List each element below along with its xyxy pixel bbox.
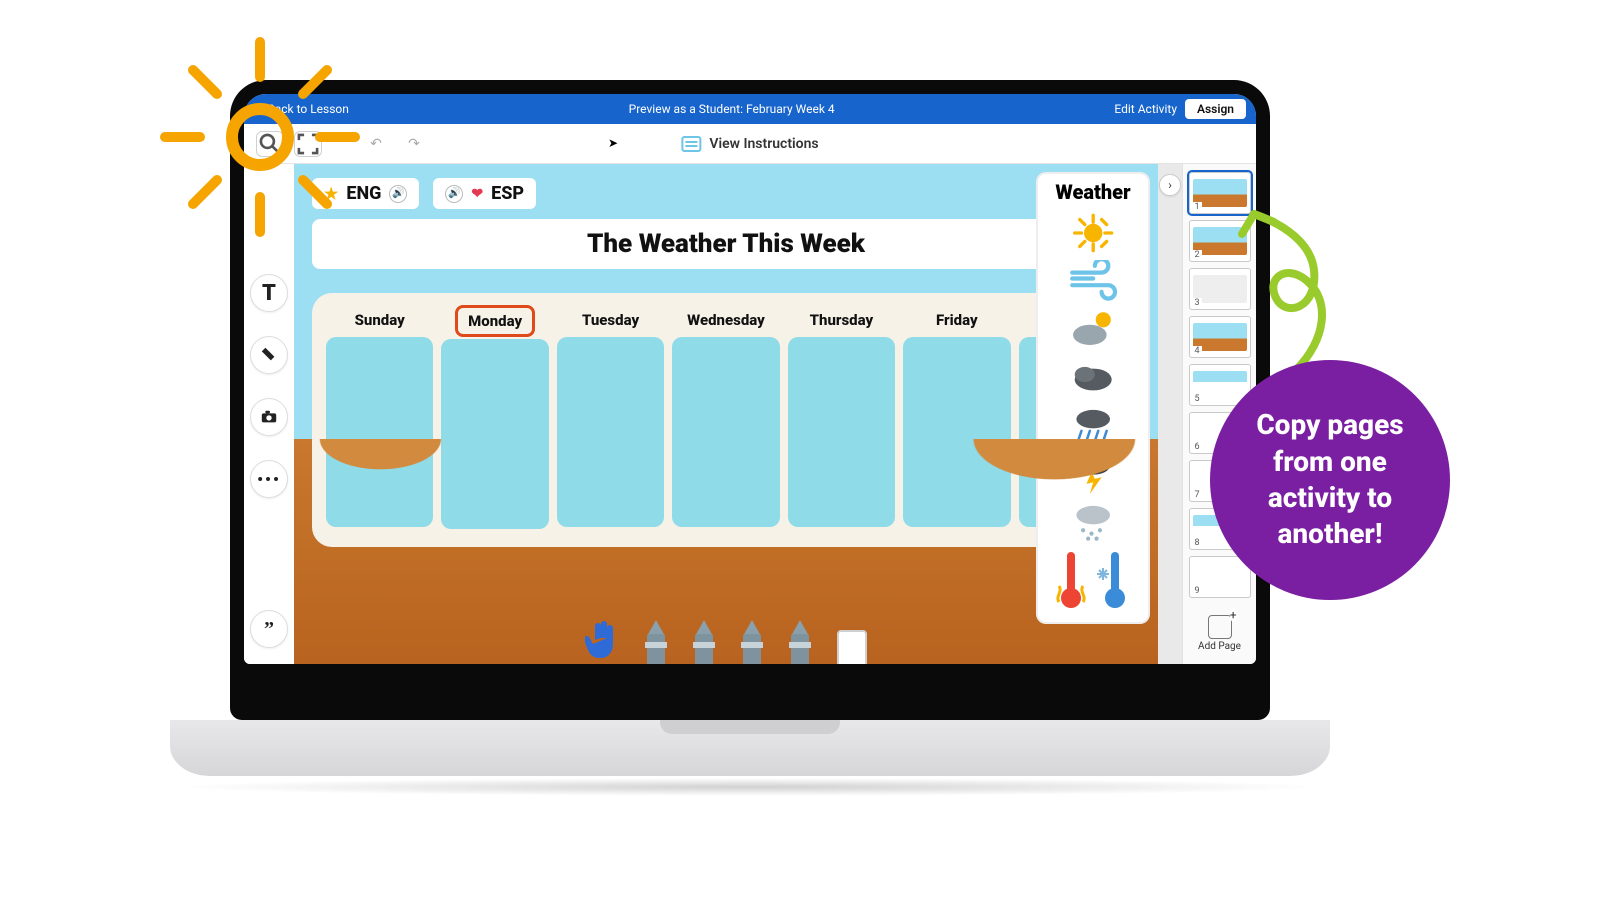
day-label: Wednesday [687,305,765,335]
page-number: 9 [1193,586,1202,596]
week-table: Sunday Monday Tuesday [312,293,1140,547]
add-page-button[interactable]: Add Page [1198,609,1241,656]
day-label: Tuesday [582,305,639,335]
page-number: 6 [1193,442,1202,452]
sun-doodle-decoration [145,22,375,252]
weather-partly-cloudy-icon[interactable] [1053,308,1133,350]
weather-cloudy-icon[interactable] [1053,356,1133,398]
page-number: 2 [1193,250,1202,260]
day-dropzone[interactable] [326,337,433,527]
view-instructions-label: View Instructions [709,136,818,152]
day-dropzone[interactable] [903,337,1010,527]
pen-tool-2[interactable] [693,620,715,664]
page-number: 7 [1193,490,1202,500]
move-tool[interactable] [585,618,619,664]
topbar-title: Preview as a Student: February Week 4 [629,102,835,116]
day-column[interactable]: Tuesday [557,305,664,529]
add-page-icon [1208,615,1232,639]
day-column[interactable]: Friday [903,305,1010,529]
day-dropzone[interactable] [441,339,548,529]
day-column[interactable]: Wednesday [672,305,779,529]
lang-spanish-chip[interactable]: 🔊 ❤ ESP [433,178,536,209]
activity-canvas[interactable]: ★ ENG 🔊 🔊 ❤ ESP The Weather This Week [294,164,1158,664]
app-screen: ◀ Back to Lesson Preview as a Student: F… [244,94,1256,664]
weather-rain-icon[interactable] [1053,404,1133,446]
add-page-label: Add Page [1198,641,1241,652]
weather-panel-title: Weather [1055,180,1130,204]
curly-arrow-decoration [1236,200,1356,380]
page-number: 8 [1193,538,1202,548]
app-topbar: ◀ Back to Lesson Preview as a Student: F… [244,94,1256,124]
pen-tool-4[interactable] [789,620,811,664]
pen-tool-3[interactable] [741,620,763,664]
day-dropzone[interactable] [672,337,779,527]
page-number: 5 [1193,394,1202,404]
drawing-tool-tray [585,618,867,664]
caption-tool[interactable]: ” [250,610,288,648]
edit-activity-link[interactable]: Edit Activity [1114,102,1177,116]
day-dropzone[interactable] [788,337,895,527]
page-thumbnail[interactable]: 9 [1189,556,1251,598]
heart-icon: ❤ [471,186,483,202]
eraser-tool[interactable] [837,630,867,664]
lang-esp-label: ESP [491,183,524,204]
day-label: Monday [455,305,535,337]
page-number: 3 [1193,298,1202,308]
weather-sunny-icon[interactable] [1053,212,1133,254]
activity-title: The Weather This Week [312,219,1140,269]
instructions-icon [681,136,701,152]
weather-hot-icon[interactable] [1053,548,1089,612]
day-label: Sunday [355,305,405,335]
view-instructions-button[interactable]: View Instructions [681,136,818,152]
speaker-icon[interactable]: 🔊 [389,185,407,203]
callout-text: Copy pages from one activity to another! [1240,407,1420,553]
page-number: 4 [1193,346,1202,356]
text-tool[interactable]: T [250,274,288,312]
day-column[interactable]: Thursday [788,305,895,529]
mic-tool[interactable] [250,336,288,374]
day-label: Friday [936,305,978,335]
page-number: 1 [1193,202,1202,212]
pen-tool-1[interactable] [645,620,667,664]
day-column[interactable]: Sunday [326,305,433,529]
weather-cold-icon[interactable] [1097,548,1133,612]
speaker-icon[interactable]: 🔊 [445,185,463,203]
language-bar: ★ ENG 🔊 🔊 ❤ ESP [312,178,1140,209]
day-label: Thursday [810,305,874,335]
more-tool[interactable]: ••• [250,460,288,498]
editor-toolbar: ↶ ↷ ➤ View Instructions [244,124,1256,164]
laptop-frame: ◀ Back to Lesson Preview as a Student: F… [230,80,1270,720]
assign-button[interactable]: Assign [1185,99,1246,119]
next-page-arrow[interactable]: › [1159,174,1181,196]
mouse-cursor-icon: ➤ [608,136,618,150]
weather-windy-icon[interactable] [1053,260,1133,302]
feature-callout: Copy pages from one activity to another! [1210,360,1450,600]
weather-snow-icon[interactable] [1053,500,1133,542]
day-dropzone[interactable] [557,337,664,527]
weather-thunder-icon[interactable] [1053,452,1133,494]
redo-icon[interactable]: ↷ [400,131,428,157]
camera-tool[interactable] [250,398,288,436]
canvas-scroll-gutter: › [1158,164,1182,664]
weather-stickers-panel: Weather [1038,174,1148,622]
day-column[interactable]: Monday [441,305,548,529]
